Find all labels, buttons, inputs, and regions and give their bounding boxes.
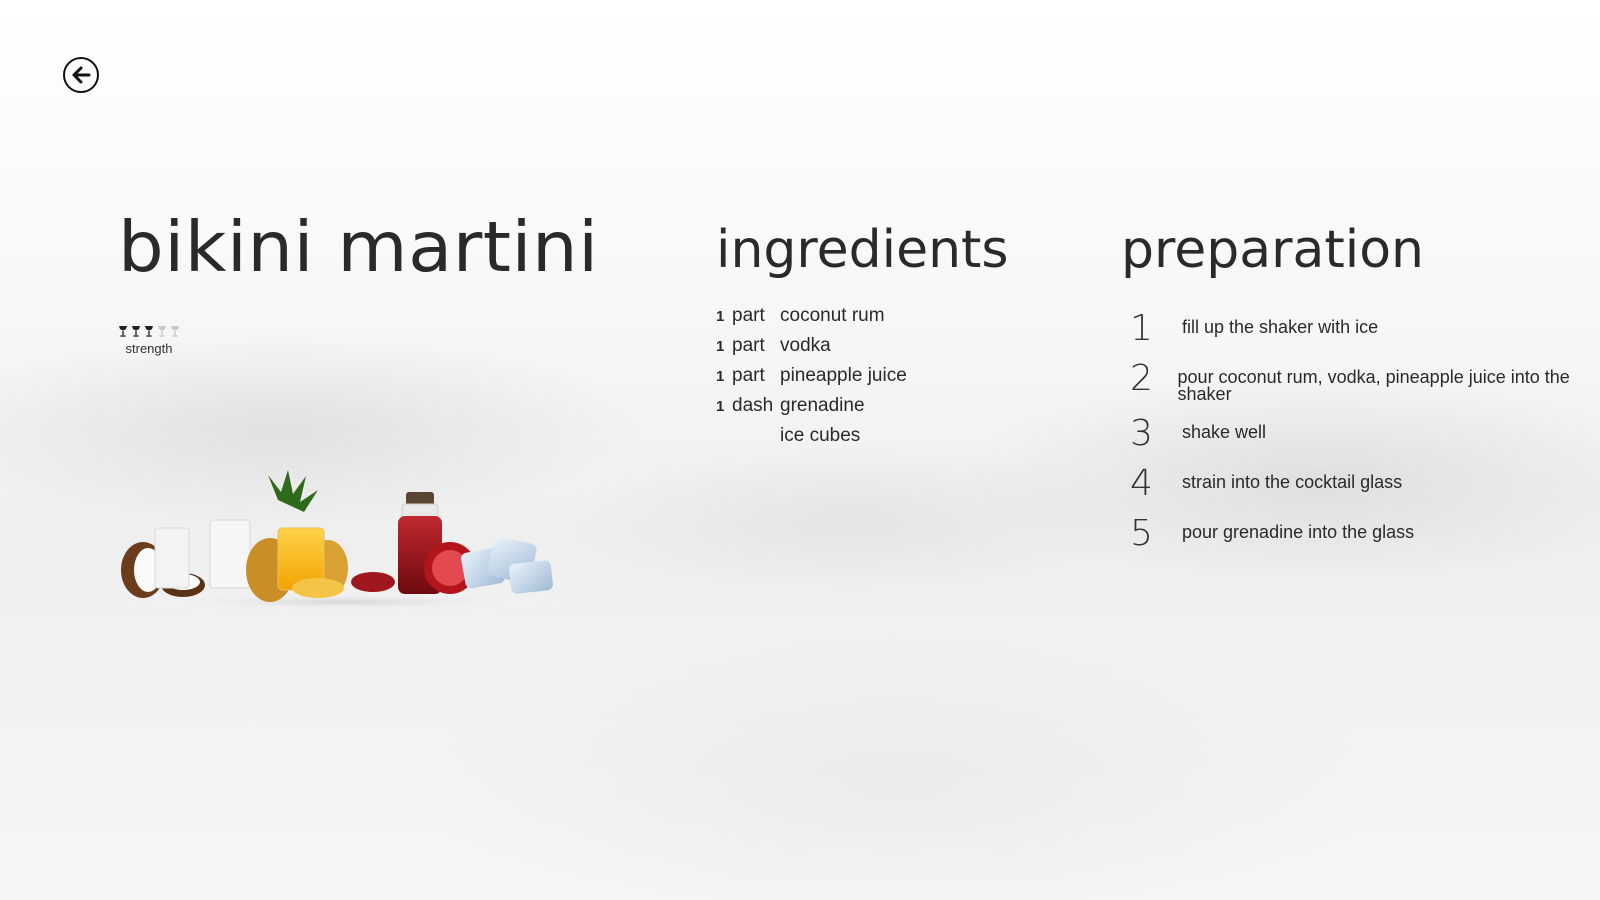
arrow-left-icon [72,66,91,84]
step-number: 1 [1130,308,1153,349]
ingredient-quantity: 1 [716,398,725,415]
glass-filled-icon [132,326,140,337]
ingredient-name: coconut rum [780,305,885,326]
ingredient-row: 1 part vodka [716,335,907,365]
ingredient-unit: part [732,365,765,386]
ingredients-heading: ingredients [716,220,1009,280]
ingredient-quantity: 1 [716,308,725,325]
recipe-title: bikini martini [118,206,599,288]
ingredient-quantity: 1 [716,368,725,385]
preparation-step: 3 shake well [1130,415,1590,453]
preparation-step: 2 pour coconut rum, vodka, pineapple juic… [1130,358,1590,404]
back-button[interactable] [63,57,99,93]
strength-icons [118,325,182,337]
step-text: pour coconut rum, vodka, pineapple juice… [1177,367,1570,404]
ingredients-illustration [118,470,568,612]
glass-filled-icon [145,326,153,337]
glass-filled-icon [119,326,127,337]
ingredient-name: ice cubes [780,425,861,446]
ingredient-row: 1 dash grenadine [716,395,907,425]
preparation-steps: 1 fill up the shaker with ice 2 pour coconu… [1130,310,1590,565]
preparation-step: 1 fill up the shaker with ice [1130,310,1590,348]
strength-rating: strength [118,325,182,356]
preparation-step: 4 strain into the cocktail glass [1130,465,1590,503]
step-text: strain into the cocktail glass [1182,472,1403,492]
glass-empty-icon [171,326,179,337]
ingredient-row: 1 part coconut rum [716,305,907,335]
step-number: 5 [1130,513,1153,554]
ingredient-name: vodka [780,335,831,356]
ingredient-row: 1 part pineapple juice [716,365,907,395]
step-text: fill up the shaker with ice [1182,317,1379,337]
ingredient-unit: part [732,305,765,326]
ingredient-list: 1 part coconut rum 1 part vodka 1 part pineapple… [716,305,907,455]
step-text: shake well [1182,422,1267,442]
ingredient-name: pineapple juice [780,365,907,386]
step-number: 3 [1130,413,1153,454]
ingredient-row: ice cubes [716,425,907,455]
ingredient-quantity: 1 [716,338,725,355]
ingredient-unit: dash [732,395,774,416]
step-text: pour grenadine into the glass [1182,522,1415,542]
glass-empty-icon [158,326,166,337]
ingredient-name: grenadine [780,395,865,416]
preparation-step: 5 pour grenadine into the glass [1130,515,1590,553]
step-number: 4 [1130,463,1153,504]
ingredient-unit: part [732,335,765,356]
preparation-heading: preparation [1121,220,1424,280]
strength-label: strength [125,341,173,356]
step-number: 2 [1130,358,1153,399]
